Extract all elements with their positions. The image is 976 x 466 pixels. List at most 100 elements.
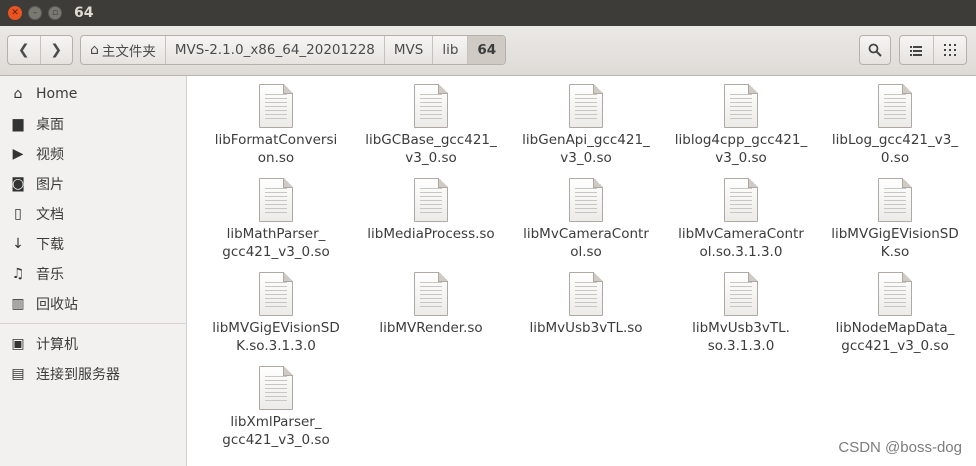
sidebar-item-connect-server[interactable]: ▤ 连接到服务器	[0, 361, 186, 387]
file-name: libMvCameraContr ol.so	[523, 226, 649, 260]
file-item[interactable]: libXmlParser_ gcc421_v3_0.so	[201, 366, 351, 449]
file-name: libMvCameraContr ol.so.3.1.3.0	[678, 226, 804, 260]
sidebar-item-desktop[interactable]: ▆ 桌面	[0, 111, 186, 137]
text-file-icon	[724, 178, 758, 222]
document-icon: ▯	[14, 206, 22, 222]
breadcrumb-home-label: 主文件夹	[101, 44, 156, 60]
text-file-icon	[878, 178, 912, 222]
sidebar-item-pictures[interactable]: ◙ 图片	[0, 171, 186, 197]
sidebar-item-label: 回收站	[36, 297, 78, 313]
sidebar-item-label: Home	[36, 86, 78, 102]
text-file-icon	[569, 272, 603, 316]
sidebar-item-videos[interactable]: ▶ 视频	[0, 141, 186, 167]
maximize-icon: ▫	[51, 7, 59, 18]
back-button[interactable]: ❮	[8, 36, 40, 64]
sidebar-item-label: 图片	[36, 177, 64, 193]
file-item[interactable]: libMvUsb3vTL. so.3.1.3.0	[666, 272, 816, 355]
file-item[interactable]: libMVGigEVisionSD K.so.3.1.3.0	[201, 272, 351, 355]
grid-icon	[943, 44, 956, 56]
breadcrumb-mvs[interactable]: MVS	[385, 36, 434, 64]
text-file-icon	[724, 84, 758, 128]
file-item[interactable]: libGCBase_gcc421_ v3_0.so	[356, 84, 506, 167]
file-item[interactable]: libMediaProcess.so	[356, 178, 506, 243]
text-file-icon	[878, 84, 912, 128]
search-icon	[868, 43, 882, 57]
file-item[interactable]: libFormatConversi on.so	[201, 84, 351, 167]
minimize-window-button[interactable]: –	[28, 6, 42, 20]
view-options	[899, 35, 967, 65]
sidebar-item-music[interactable]: ♫ 音乐	[0, 261, 186, 287]
file-item[interactable]: libMVRender.so	[356, 272, 506, 337]
computer-icon: ▣	[11, 336, 25, 352]
file-item[interactable]: libMVGigEVisionSD K.so	[820, 178, 970, 261]
text-file-icon	[259, 366, 293, 410]
file-item[interactable]: libMathParser_ gcc421_v3_0.so	[201, 178, 351, 261]
sidebar-item-trash[interactable]: ▥ 回收站	[0, 291, 186, 317]
music-icon: ♫	[11, 266, 25, 282]
file-item[interactable]: liblog4cpp_gcc421_ v3_0.so	[666, 84, 816, 167]
text-file-icon	[259, 272, 293, 316]
file-item[interactable]: libLog_gcc421_v3_ 0.so	[820, 84, 970, 167]
trash-icon: ▥	[11, 296, 25, 312]
text-file-icon	[878, 272, 912, 316]
maximize-window-button[interactable]: ▫	[48, 6, 62, 20]
sidebar-item-label: 计算机	[36, 337, 78, 353]
file-name: libMVGigEVisionSD K.so	[831, 226, 959, 260]
file-name: libGenApi_gcc421_ v3_0.so	[522, 132, 650, 166]
sidebar-item-computer[interactable]: ▣ 计算机	[0, 331, 186, 357]
toolbar: ❮ ❯ ⌂ 主文件夹 MVS-2.1.0_x86_64_20201228 MVS…	[0, 26, 976, 76]
breadcrumb-lib[interactable]: lib	[433, 36, 469, 64]
file-name: libMvUsb3vTL. so.3.1.3.0	[692, 320, 790, 354]
text-file-icon	[414, 178, 448, 222]
file-name: libMediaProcess.so	[367, 226, 495, 242]
breadcrumb-home[interactable]: ⌂ 主文件夹	[81, 36, 166, 64]
list-icon	[910, 45, 923, 56]
file-item[interactable]: libMvCameraContr ol.so.3.1.3.0	[666, 178, 816, 261]
file-name: libFormatConversi on.so	[214, 132, 338, 166]
file-item[interactable]: libMvUsb3vTL.so	[511, 272, 661, 337]
title-bar: ✕ – ▫ 64	[0, 0, 976, 26]
close-icon: ✕	[11, 7, 19, 18]
file-view: libFormatConversi on.so libGCBase_gcc421_…	[188, 76, 976, 466]
sidebar-divider	[0, 323, 186, 324]
window-title: 64	[74, 5, 94, 21]
sidebar-item-label: 桌面	[36, 117, 64, 133]
file-name: libMvUsb3vTL.so	[529, 320, 643, 336]
minimize-icon: –	[32, 7, 38, 18]
text-file-icon	[414, 84, 448, 128]
sidebar-item-documents[interactable]: ▯ 文档	[0, 201, 186, 227]
file-item[interactable]: libMvCameraContr ol.so	[511, 178, 661, 261]
chevron-right-icon: ❯	[50, 42, 63, 58]
close-window-button[interactable]: ✕	[8, 6, 22, 20]
watermark: CSDN @boss-dog	[838, 439, 962, 456]
sidebar-item-home[interactable]: ⌂ Home	[0, 81, 186, 107]
file-item[interactable]: libNodeMapData_ gcc421_v3_0.so	[820, 272, 970, 355]
forward-button[interactable]: ❯	[39, 36, 73, 64]
list-view-button[interactable]	[900, 36, 933, 64]
download-icon: ↓	[12, 236, 24, 252]
breadcrumb: ⌂ 主文件夹 MVS-2.1.0_x86_64_20201228 MVS lib…	[80, 35, 507, 65]
sidebar-item-label: 视频	[36, 147, 64, 163]
sidebar: ⌂ Home ▆ 桌面 ▶ 视频 ◙ 图片 ▯ 文档 ↓ 下载 ♫ 音乐 ▥ 回…	[0, 76, 187, 466]
file-name: libLog_gcc421_v3_ 0.so	[831, 132, 959, 166]
file-name: libMathParser_ gcc421_v3_0.so	[222, 226, 330, 260]
breadcrumb-mvs-version[interactable]: MVS-2.1.0_x86_64_20201228	[166, 36, 385, 64]
file-name: libMVGigEVisionSD K.so.3.1.3.0	[212, 320, 340, 354]
breadcrumb-current-64[interactable]: 64	[468, 36, 506, 64]
grid-view-button[interactable]	[932, 36, 967, 64]
server-icon: ▤	[11, 366, 25, 382]
text-file-icon	[569, 84, 603, 128]
file-item[interactable]: libGenApi_gcc421_ v3_0.so	[511, 84, 661, 167]
file-name: libXmlParser_ gcc421_v3_0.so	[222, 414, 330, 448]
sidebar-item-downloads[interactable]: ↓ 下载	[0, 231, 186, 257]
sidebar-item-label: 下载	[36, 237, 64, 253]
sidebar-item-label: 文档	[36, 207, 64, 223]
sidebar-item-label: 连接到服务器	[36, 367, 120, 383]
text-file-icon	[724, 272, 758, 316]
chevron-left-icon: ❮	[17, 42, 30, 58]
search-button[interactable]	[859, 35, 891, 65]
file-name: libMVRender.so	[379, 320, 483, 336]
file-name: liblog4cpp_gcc421_ v3_0.so	[674, 132, 808, 166]
text-file-icon	[259, 84, 293, 128]
video-icon: ▶	[12, 146, 24, 162]
